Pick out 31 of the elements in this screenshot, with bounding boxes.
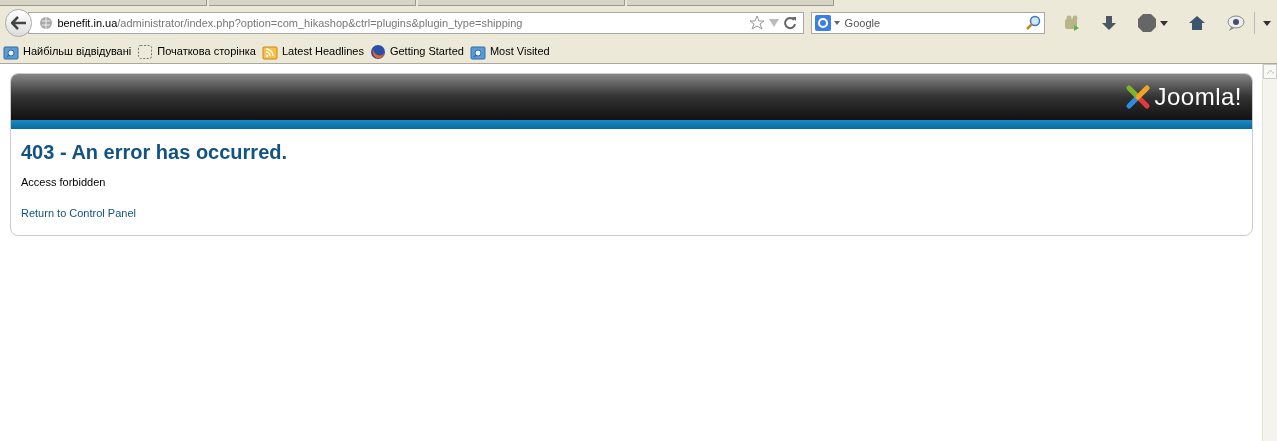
folder-search-icon (3, 43, 19, 60)
scrollbar[interactable] (1262, 64, 1277, 441)
home-icon[interactable] (1188, 15, 1206, 31)
dropdown-triangle-icon[interactable] (1263, 20, 1271, 26)
speech-bubble-icon[interactable] (1226, 15, 1246, 31)
bookmark-item[interactable]: Most Visited (469, 43, 551, 60)
dropdown-triangle-icon[interactable] (1160, 20, 1168, 26)
bookmark-item[interactable]: Latest Headlines (261, 43, 365, 60)
error-heading: 403 - An error has occurred. (21, 140, 288, 164)
joomla-logo: Joomla! (1124, 83, 1242, 111)
search-engine-icon[interactable] (814, 15, 841, 31)
download-icon[interactable] (1101, 15, 1117, 31)
rss-feed-icon (261, 43, 278, 60)
globe-icon (39, 16, 54, 30)
back-arrow-icon (10, 16, 27, 30)
search-icon[interactable] (1025, 15, 1041, 31)
address-field[interactable]: benefit.in.ua/administrator/index.php?option=com_hikashop&ctrl=plugins&plugin_type=shipping (28, 12, 804, 34)
star-icon[interactable] (748, 15, 765, 31)
back-button[interactable] (5, 9, 33, 37)
search-placeholder: Google (844, 15, 882, 31)
blank-page-icon (137, 43, 154, 60)
bookmark-item[interactable]: Початкова сторінка (137, 43, 257, 60)
globe-fox-icon (369, 43, 386, 60)
control-panel-link[interactable]: Return to Control Panel (21, 204, 136, 221)
bookmark-item[interactable]: Getting Started (369, 43, 465, 60)
folder-search-icon (469, 43, 486, 60)
error-message: Access forbidden (21, 175, 106, 190)
search-field[interactable]: Google (810, 12, 1045, 34)
bookmark-item[interactable]: Найбільш відвідувані (3, 43, 133, 60)
reload-icon[interactable] (782, 16, 797, 30)
url-text: benefit.in.ua/administrator/index.php?option=com_hikashop&ctrl=plugins&plugin_type=shipping (57, 15, 524, 31)
